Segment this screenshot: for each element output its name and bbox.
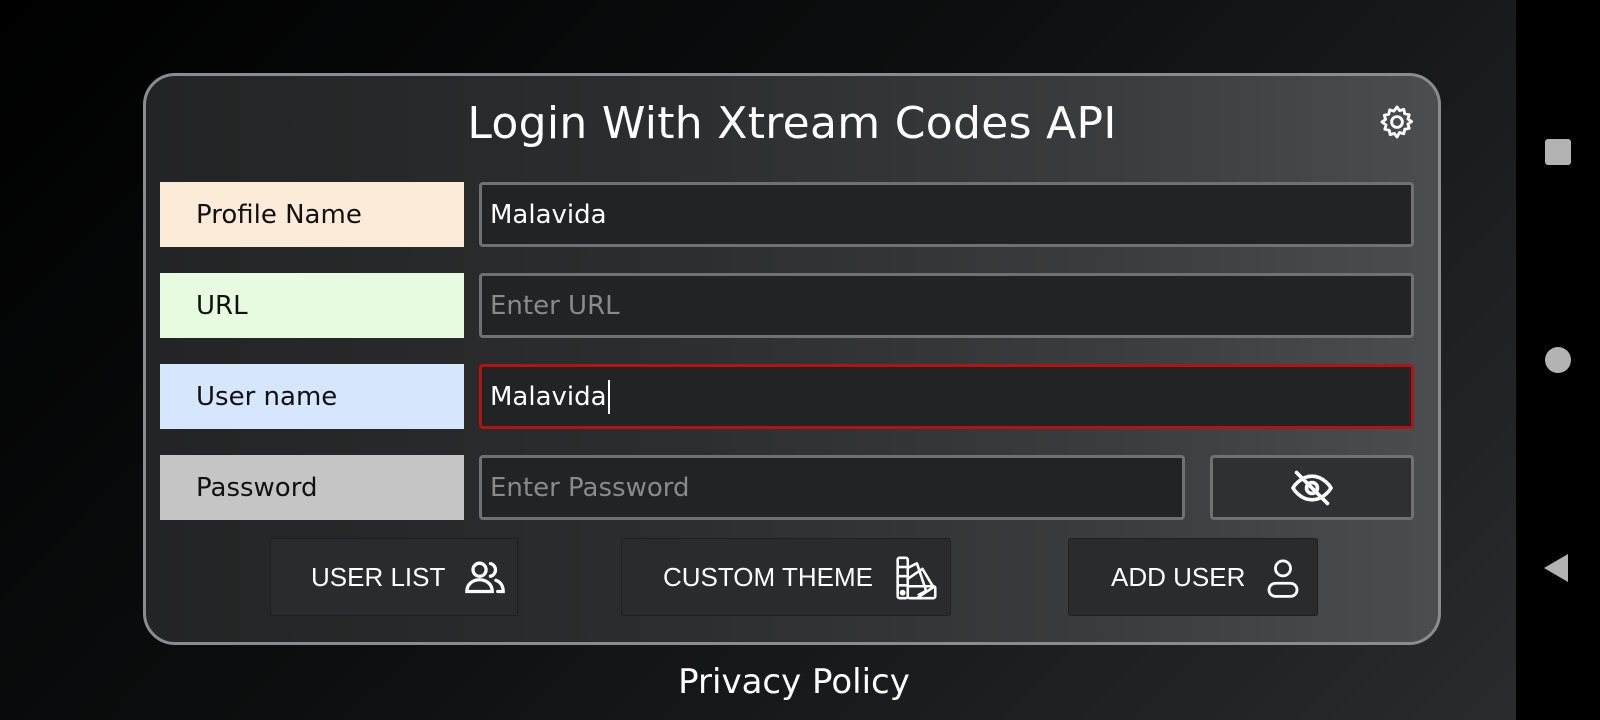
password-label: Password xyxy=(160,455,464,520)
eye-off-icon xyxy=(1290,468,1334,508)
app-screen: Login With Xtream Codes API Profile Name… xyxy=(0,0,1516,720)
user-name-label: User name xyxy=(160,364,464,429)
url-field[interactable]: Enter URL xyxy=(479,273,1414,338)
login-card: Login With Xtream Codes API Profile Name… xyxy=(143,73,1441,645)
profile-name-value: Malavida xyxy=(490,199,607,230)
page-title: Login With Xtream Codes API xyxy=(467,98,1117,149)
user-name-value: Malavida xyxy=(490,381,607,412)
nav-recent-button[interactable] xyxy=(1532,126,1584,178)
url-label: URL xyxy=(160,273,464,338)
palette-swatch-icon xyxy=(894,555,938,601)
add-user-label: ADD USER xyxy=(1111,561,1246,592)
profile-name-label-text: Profile Name xyxy=(196,199,362,230)
users-icon xyxy=(463,557,507,597)
password-placeholder: Enter Password xyxy=(490,472,690,503)
add-user-button[interactable]: ADD USER xyxy=(1068,538,1318,616)
custom-theme-label: CUSTOM THEME xyxy=(663,561,873,592)
password-visibility-toggle[interactable] xyxy=(1210,455,1414,520)
url-label-text: URL xyxy=(196,290,248,321)
user-list-label: USER LIST xyxy=(311,561,446,592)
password-field[interactable]: Enter Password xyxy=(479,455,1185,520)
nav-back-button[interactable] xyxy=(1532,542,1584,594)
profile-name-label: Profile Name xyxy=(160,182,464,247)
privacy-policy-link[interactable]: Privacy Policy xyxy=(0,662,1588,702)
text-caret xyxy=(607,379,610,414)
circle-icon xyxy=(1545,347,1571,373)
profile-name-field[interactable]: Malavida xyxy=(479,182,1414,247)
user-name-label-text: User name xyxy=(196,381,338,412)
nav-home-button[interactable] xyxy=(1532,334,1584,386)
square-icon xyxy=(1545,139,1571,165)
password-label-text: Password xyxy=(196,472,318,503)
user-name-field[interactable]: Malavida xyxy=(479,364,1414,429)
url-placeholder: Enter URL xyxy=(490,290,620,321)
custom-theme-button[interactable]: CUSTOM THEME xyxy=(621,538,951,616)
system-nav-bar xyxy=(1516,0,1600,720)
user-list-button[interactable]: USER LIST xyxy=(270,538,518,616)
user-icon xyxy=(1265,557,1301,599)
triangle-back-icon xyxy=(1544,554,1568,582)
gear-icon[interactable] xyxy=(1378,103,1416,141)
